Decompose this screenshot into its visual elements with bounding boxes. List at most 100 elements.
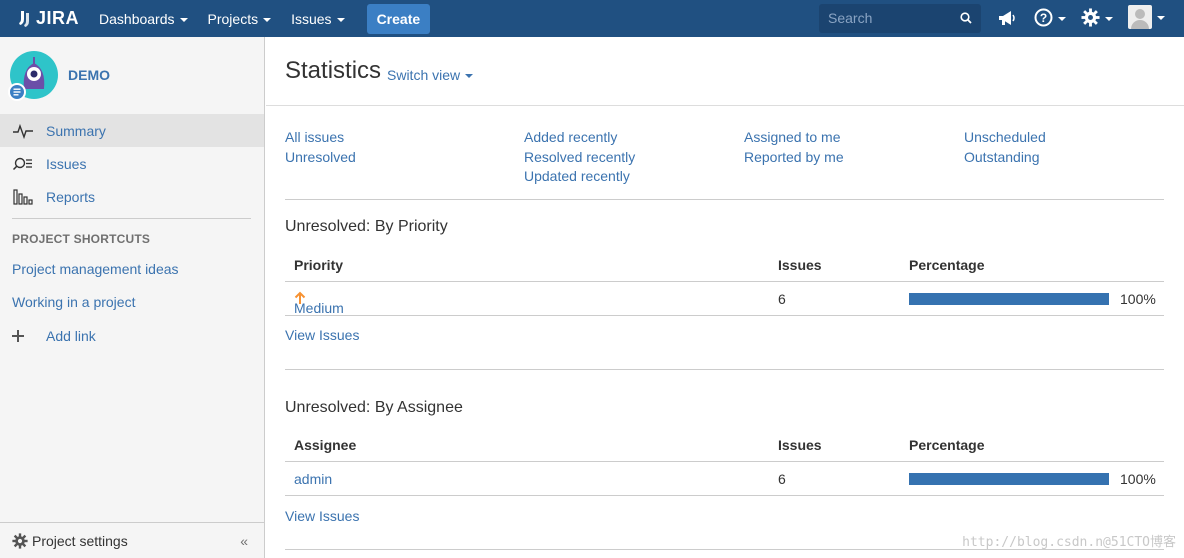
project-avatar	[8, 51, 58, 101]
view-issues-link[interactable]: View Issues	[285, 508, 359, 524]
issues-search-icon	[12, 154, 34, 174]
sidebar-item-reports[interactable]: Reports	[0, 180, 264, 213]
add-link-label: Add link	[46, 327, 96, 344]
svg-text:?: ?	[1040, 11, 1047, 25]
project-sidebar: DEMO Summary Issues Reports PROJECT SHOR…	[0, 37, 265, 558]
table-row: admin 6 100%	[285, 462, 1164, 496]
sidebar-item-summary[interactable]: Summary	[0, 114, 264, 147]
user-menu[interactable]	[1128, 5, 1165, 29]
reports-chart-icon	[12, 187, 34, 207]
gear-icon	[12, 532, 28, 549]
filter-link[interactable]: Resolved recently	[524, 148, 724, 168]
filter-link[interactable]: Added recently	[524, 128, 724, 148]
project-header[interactable]: DEMO	[8, 51, 110, 101]
filter-link[interactable]: Unresolved	[285, 148, 485, 168]
jira-logo-icon	[19, 10, 29, 27]
search-icon	[960, 12, 972, 24]
chevron-down-icon	[1058, 16, 1066, 21]
filter-link[interactable]: Unscheduled	[964, 128, 1164, 148]
sidebar-item-label: Reports	[46, 188, 96, 205]
priority-section-title: Unresolved: By Priority	[285, 218, 448, 235]
project-settings-label: Project settings	[32, 532, 128, 549]
view-issues-link[interactable]: View Issues	[285, 327, 359, 343]
filter-link[interactable]: Assigned to me	[744, 128, 944, 148]
page-title: Statistics	[285, 57, 382, 84]
filter-column: All issues Unresolved	[285, 128, 485, 167]
column-header[interactable]: Issues	[778, 257, 822, 273]
issues-count: 6	[778, 291, 786, 307]
projects-label: Projects	[207, 10, 259, 27]
sidebar-item-label: Summary	[46, 122, 106, 139]
switch-view-label: Switch view	[387, 67, 461, 83]
shortcut-link[interactable]: Project management ideas	[12, 261, 179, 277]
percentage-bar-fill	[909, 473, 1109, 485]
percentage-bar	[909, 293, 1109, 305]
switch-view-dropdown[interactable]: Switch view	[387, 67, 474, 83]
section-divider	[285, 199, 1164, 200]
project-settings-button[interactable]: Project settings «	[0, 522, 264, 558]
megaphone-icon[interactable]	[997, 9, 1017, 27]
assignee-table: Assignee Issues Percentage admin 6 100%	[285, 428, 1164, 496]
priority-cell[interactable]: Medium	[294, 291, 344, 316]
filter-link[interactable]: Updated recently	[524, 167, 724, 187]
table-header: Assignee Issues Percentage	[285, 428, 1164, 462]
table-row: Medium 6 100%	[285, 282, 1164, 316]
projects-menu[interactable]: Projects	[208, 11, 272, 27]
activity-icon	[12, 121, 34, 141]
project-type-badge	[8, 83, 26, 101]
software-icon	[13, 88, 21, 96]
user-avatar	[1128, 5, 1152, 29]
issues-menu[interactable]: Issues	[291, 10, 345, 27]
sidebar-item-issues[interactable]: Issues	[0, 147, 264, 180]
assignee-link[interactable]: admin	[294, 471, 332, 487]
plus-icon	[12, 326, 34, 346]
sidebar-item-label: Issues	[46, 155, 87, 172]
help-icon: ?	[1034, 8, 1053, 27]
issues-label: Issues	[291, 10, 332, 27]
column-header[interactable]: Issues	[778, 437, 822, 453]
shortcut-link[interactable]: Working in a project	[12, 294, 135, 310]
settings-menu[interactable]	[1081, 8, 1113, 27]
dashboards-label: Dashboards	[99, 10, 175, 27]
column-header[interactable]: Assignee	[294, 437, 356, 453]
search-placeholder: Search	[828, 10, 873, 26]
section-divider	[285, 369, 1164, 370]
chevron-down-icon	[336, 17, 345, 22]
watermark-text: http://blog.csdn.n@51CTO博客	[962, 535, 1176, 550]
chevron-down-icon	[465, 74, 474, 78]
jira-logo[interactable]: JIRA	[18, 8, 79, 29]
gear-icon	[1081, 8, 1100, 27]
filter-link[interactable]: Outstanding	[964, 148, 1164, 168]
chevron-down-icon	[179, 17, 188, 22]
column-header[interactable]: Priority	[294, 257, 343, 273]
top-navigation-bar: JIRA Dashboards Projects Issues Create S…	[0, 0, 1184, 37]
dashboards-menu[interactable]: Dashboards	[99, 11, 188, 27]
logo-text: JIRA	[36, 8, 80, 28]
table-header: Priority Issues Percentage	[285, 248, 1164, 282]
chevron-down-icon	[1157, 16, 1165, 20]
filter-link[interactable]: All issues	[285, 128, 485, 148]
create-button[interactable]: Create	[366, 3, 431, 34]
issues-count: 6	[778, 471, 786, 487]
collapse-sidebar-icon[interactable]: «	[240, 533, 248, 549]
filter-link[interactable]: Reported by me	[744, 148, 944, 168]
column-header[interactable]: Percentage	[909, 437, 984, 453]
filter-column: Unscheduled Outstanding	[964, 128, 1164, 167]
percentage-value: 100%	[1120, 471, 1156, 487]
search-input[interactable]: Search	[819, 4, 981, 33]
percentage-bar	[909, 473, 1109, 485]
chevron-down-icon	[263, 17, 272, 22]
chevron-down-icon	[1105, 16, 1113, 21]
priority-link[interactable]: Medium	[294, 300, 344, 316]
sidebar-divider	[12, 218, 251, 219]
add-link-button[interactable]: Add link	[0, 319, 264, 352]
project-name: DEMO	[68, 67, 110, 83]
column-header[interactable]: Percentage	[909, 257, 984, 273]
percentage-value: 100%	[1120, 291, 1156, 307]
percentage-bar-fill	[909, 293, 1109, 305]
priority-table: Priority Issues Percentage Medium 6 100%	[285, 248, 1164, 316]
shortcuts-heading: PROJECT SHORTCUTS	[12, 232, 151, 246]
assignee-section-title: Unresolved: By Assignee	[285, 399, 463, 416]
help-menu[interactable]: ?	[1034, 8, 1066, 27]
main-content: Statistics Switch view All issues Unreso…	[266, 37, 1184, 558]
